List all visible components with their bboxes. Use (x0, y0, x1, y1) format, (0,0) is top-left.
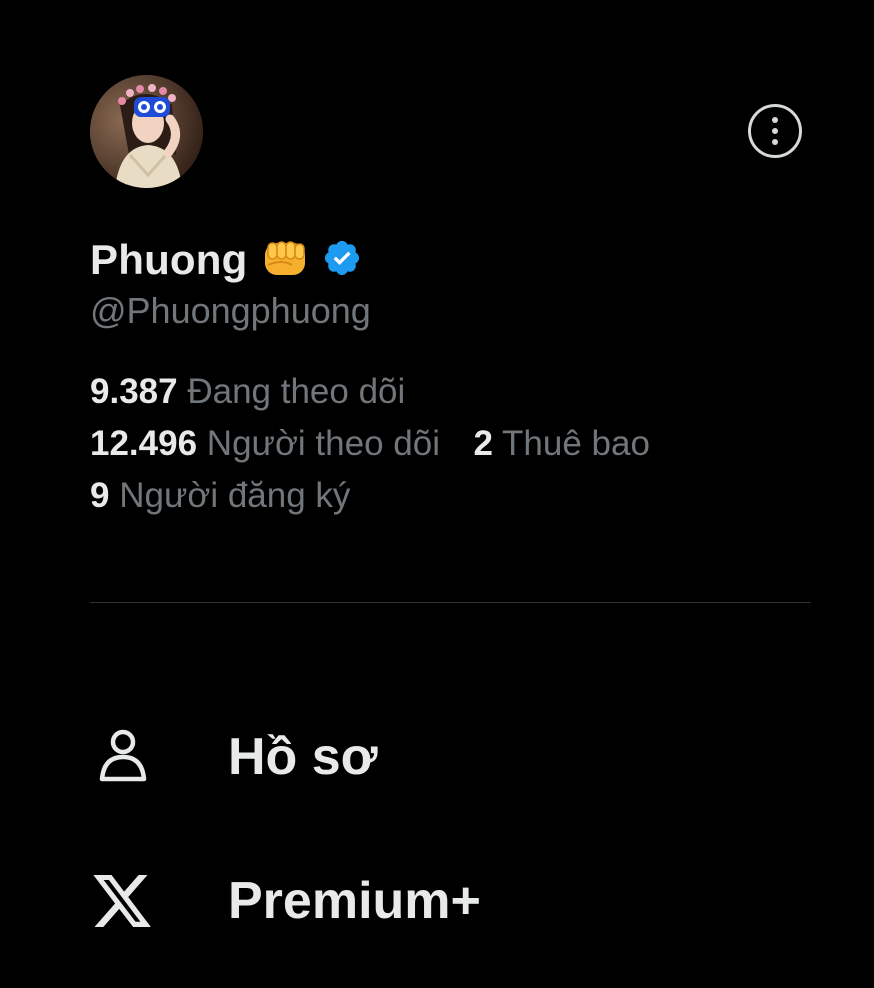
followers-row: 12.496 Người theo dõi 2 Thuê bao (90, 424, 650, 464)
menu-item-profile[interactable]: Hồ sơ (90, 722, 590, 792)
following-stat[interactable]: 9.387 Đang theo dõi (90, 372, 405, 412)
avatar-photo (90, 75, 203, 188)
followers-label: Người theo dõi (206, 424, 440, 463)
menu-item-premium-plus[interactable]: Premium+ (90, 866, 590, 936)
subscribers-label: Người đăng ký (119, 476, 351, 515)
display-name-row: Phuong (90, 232, 362, 288)
x-logo-icon (90, 867, 158, 935)
oncoming-fist-icon (262, 237, 308, 284)
following-label: Đang theo dõi (187, 372, 406, 411)
more-options-icon (772, 117, 778, 123)
subscribers-count: 9 (90, 476, 110, 515)
subscriptions-label: Thuê bao (502, 424, 650, 463)
divider (90, 602, 811, 603)
avatar[interactable] (90, 75, 203, 188)
username-handle: @Phuongphuong (90, 290, 371, 331)
subscribers-stat[interactable]: 9 Người đăng ký (90, 476, 350, 516)
following-count: 9.387 (90, 372, 178, 411)
followers-count: 12.496 (90, 424, 198, 463)
subscriptions-stat[interactable]: 2 Thuê bao (473, 424, 649, 463)
more-options-button[interactable] (748, 104, 802, 158)
display-name[interactable]: Phuong (90, 236, 248, 284)
followers-stat[interactable]: 12.496 Người theo dõi (90, 424, 450, 463)
menu-item-label: Premium+ (228, 872, 481, 930)
menu-item-label: Hồ sơ (228, 728, 378, 786)
person-icon (90, 723, 158, 791)
verified-badge-icon[interactable] (322, 238, 362, 283)
subscriptions-count: 2 (473, 424, 493, 463)
